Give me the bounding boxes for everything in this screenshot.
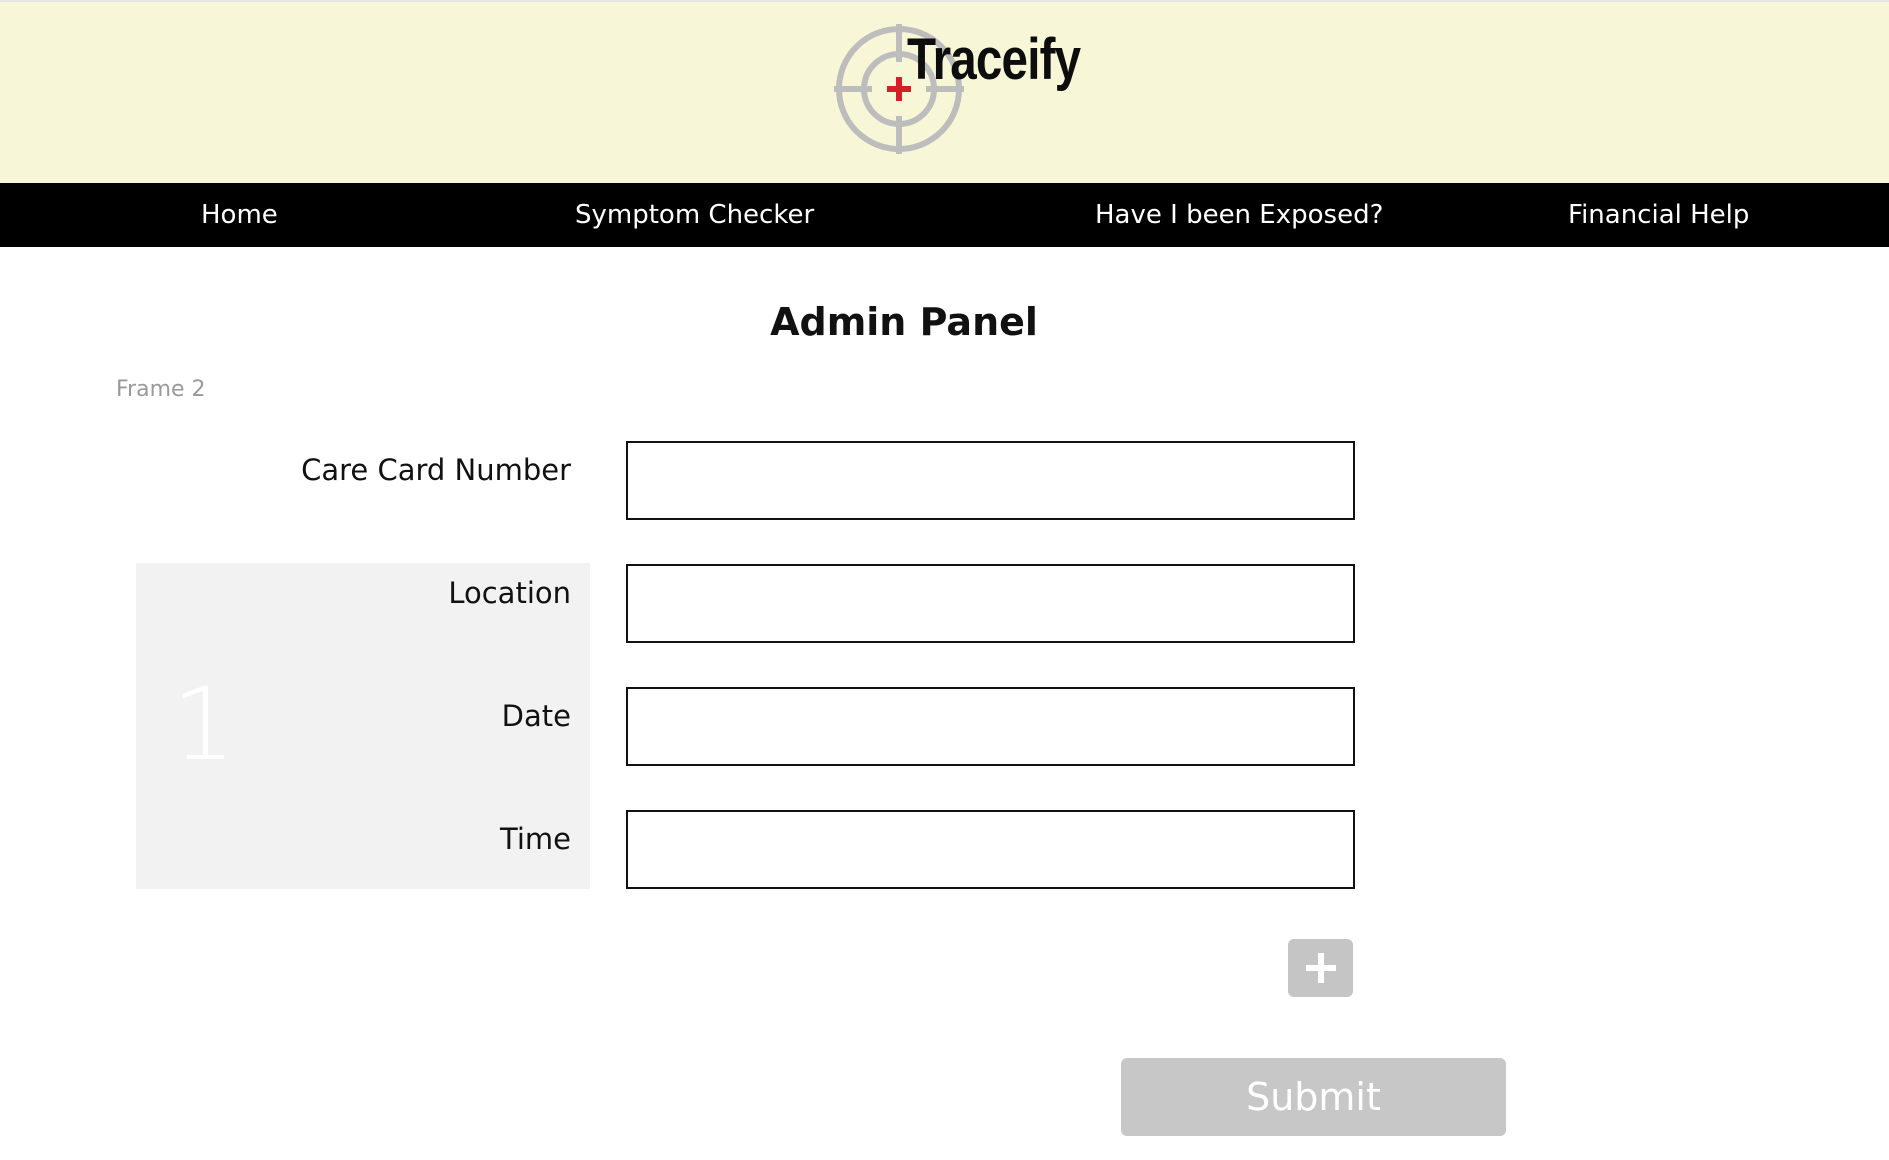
nav-have-i-been-exposed[interactable]: Have I been Exposed? (1095, 183, 1383, 247)
submit-button[interactable]: Submit (1121, 1058, 1506, 1136)
add-entry-button[interactable] (1288, 939, 1353, 997)
location-label: Location (448, 576, 571, 610)
main-navbar: Home Symptom Checker Have I been Exposed… (0, 183, 1889, 247)
header-banner: Traceify (0, 0, 1889, 183)
nav-home[interactable]: Home (201, 183, 278, 247)
time-label: Time (500, 822, 571, 856)
brand-name: Traceify (907, 27, 1081, 92)
entry-group-number: 1 (172, 666, 236, 783)
care-card-number-label: Care Card Number (301, 453, 571, 487)
time-input[interactable] (626, 810, 1355, 889)
nav-symptom-checker[interactable]: Symptom Checker (575, 183, 814, 247)
plus-icon (1306, 953, 1336, 983)
date-label: Date (501, 699, 571, 733)
location-input[interactable] (626, 564, 1355, 643)
nav-financial-help[interactable]: Financial Help (1568, 183, 1749, 247)
frame-label: Frame 2 (116, 377, 206, 402)
care-card-number-input[interactable] (626, 441, 1355, 520)
page-title: Admin Panel (770, 300, 1038, 344)
date-input[interactable] (626, 687, 1355, 766)
